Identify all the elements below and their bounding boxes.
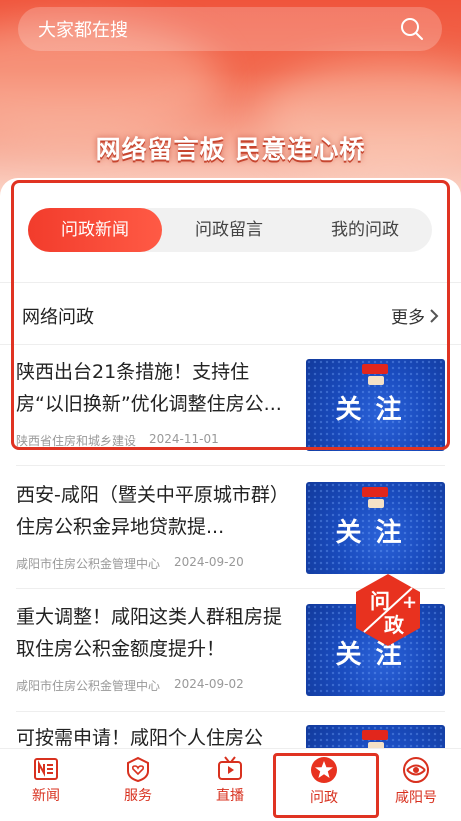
nav-live[interactable]: 直播 (190, 755, 270, 805)
nav-news[interactable]: 新闻 (6, 755, 86, 805)
news-icon[interactable] (32, 755, 60, 783)
nav-label[interactable]: 服务 (98, 785, 178, 805)
nav-label[interactable]: 直播 (190, 785, 270, 805)
nav-xianyang[interactable]: 咸阳号 (376, 755, 456, 807)
bottom-tabbar: 新闻 服务 直播 问政 咸阳号 (0, 748, 461, 821)
fab-char-bottom: 政 (384, 613, 405, 637)
divider (16, 465, 445, 466)
header-banner: 大家都在搜 网络留言板 民意连心桥 (0, 0, 461, 200)
search-placeholder[interactable]: 大家都在搜 (38, 16, 398, 42)
highlight-box (273, 753, 379, 818)
xianyang-logo-icon[interactable] (401, 755, 431, 785)
news-date: 2024-09-02 (174, 677, 244, 691)
nav-service[interactable]: 服务 (98, 755, 178, 805)
ask-politics-fab[interactable]: 问 政 + (350, 572, 426, 648)
search-bar[interactable]: 大家都在搜 (18, 7, 442, 51)
thumbnail-text: 关注 (335, 518, 416, 548)
news-title[interactable]: 西安-咸阳（暨关中平原城市群）住房公积金异地贷款提... (16, 479, 296, 543)
search-icon[interactable] (398, 15, 426, 43)
highlight-box (11, 180, 450, 450)
divider (16, 711, 445, 712)
news-title[interactable]: 重大调整！咸阳这类人群租房提取住房公积金额度提升！ (16, 601, 296, 665)
service-icon[interactable] (124, 755, 152, 783)
nav-label[interactable]: 新闻 (6, 785, 86, 805)
fab-plus: + (402, 592, 417, 613)
news-date: 2024-09-20 (174, 555, 244, 569)
nav-label[interactable]: 咸阳号 (376, 787, 456, 807)
news-source: 咸阳市住房公积金管理中心 (16, 557, 161, 571)
news-source: 咸阳市住房公积金管理中心 (16, 679, 161, 693)
fab-char-top: 问 (370, 589, 390, 613)
live-tv-icon[interactable] (216, 755, 244, 783)
news-thumbnail[interactable]: 关注 (306, 482, 445, 574)
banner-slogan: 网络留言板 民意连心桥 (95, 135, 366, 164)
